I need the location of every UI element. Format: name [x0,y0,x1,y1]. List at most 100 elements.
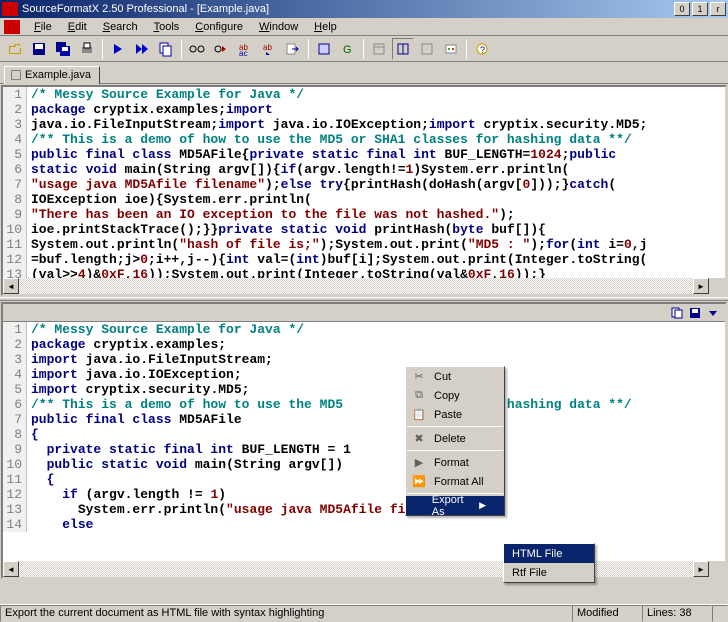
hscrollbar-bottom[interactable]: ◄ ► [3,561,709,577]
ctx-delete[interactable]: ✖Delete [406,429,504,448]
code-line[interactable]: 12 if (argv.length != 1) [3,487,725,502]
code-line[interactable]: 13 System.err.println("usage java MD5Afi… [3,502,725,517]
print-button[interactable] [76,38,98,60]
line-number: 6 [3,397,27,412]
splitter[interactable] [0,297,728,301]
ctx-export-as[interactable]: Export As▶ [406,496,504,515]
code-line[interactable]: 10ioe.printStackTrace();}}private static… [3,222,725,237]
scroll-right-button[interactable]: ► [693,561,709,577]
ctx-format-all[interactable]: ⏩Format All [406,472,504,491]
code-line[interactable]: 8IOException ioe){System.err.println( [3,192,725,207]
view-b-button[interactable] [392,38,414,60]
ctx-cut[interactable]: ✂Cut [406,367,504,386]
code-line[interactable]: 11 { [3,472,725,487]
code-line[interactable]: 3java.io.FileInputStream;import java.io.… [3,117,725,132]
code-line[interactable]: 2package cryptix.examples; [3,337,725,352]
line-number: 11 [3,237,27,252]
ctx-copy[interactable]: ⧉Copy [406,386,504,405]
status-modified: Modified [572,605,642,622]
ctx-format[interactable]: ▶Format [406,453,504,472]
line-number: 9 [3,207,27,222]
code-line[interactable]: 4/** This is a demo of how to use the MD… [3,132,725,147]
copy-icon: ⧉ [410,389,428,402]
line-number: 5 [3,147,27,162]
tab-example-java[interactable]: Example.java [4,66,100,84]
menu-help[interactable]: Help [306,20,345,34]
status-text: Export the current document as HTML file… [0,605,572,622]
pane-dropdown-icon[interactable] [705,306,721,320]
context-menu: ✂Cut⧉Copy📋Paste ✖Delete ▶Format⏩Format All… [405,366,505,516]
line-number: 14 [3,517,27,532]
menu-configure[interactable]: Configure [187,20,251,34]
close-button[interactable]: r [710,2,726,16]
code-line[interactable]: 9"There has been an IO exception to the … [3,207,725,222]
playall-icon: ⏩ [410,475,428,488]
code-line[interactable]: 1/* Messy Source Example for Java */ [3,322,725,337]
open-button[interactable] [4,38,26,60]
save-all-button[interactable] [52,38,74,60]
tool-a-button[interactable] [313,38,335,60]
tool-b-button[interactable]: G [337,38,359,60]
statusbar: Export the current document as HTML file… [0,604,728,622]
copy-button[interactable] [155,38,177,60]
find-in-files-button[interactable]: ab [258,38,280,60]
code-pane-bottom[interactable]: 1/* Messy Source Example for Java */2pac… [1,302,727,579]
code-line[interactable]: 12=buf.length;j>0;i++,j--){int val=(int)… [3,252,725,267]
submenu-rtf-file[interactable]: Rtf File [504,563,594,582]
code-line[interactable]: 6static void main(String argv[]){if(argv… [3,162,725,177]
line-number: 8 [3,192,27,207]
line-number: 13 [3,502,27,517]
code-line[interactable]: 2package cryptix.examples;import [3,102,725,117]
code-line[interactable]: 3import java.io.FileInputStream; [3,352,725,367]
pane-save-button[interactable] [687,306,703,320]
goto-button[interactable] [282,38,304,60]
replace-button[interactable]: abac [234,38,256,60]
window-buttons: 0 1 r [674,2,726,16]
save-button[interactable] [28,38,50,60]
scroll-left-button[interactable]: ◄ [3,278,19,294]
binoculars-icon[interactable] [186,38,208,60]
scroll-left-button[interactable]: ◄ [3,561,19,577]
cut-icon: ✂ [410,370,428,383]
help-button[interactable]: ? [471,38,493,60]
format-button[interactable] [107,38,129,60]
menu-window[interactable]: Window [251,20,306,34]
find-next-button[interactable] [210,38,232,60]
menu-logo-icon [4,20,20,34]
code-line[interactable]: 7public final class MD5AFile [3,412,725,427]
line-number: 12 [3,487,27,502]
view-a-button[interactable] [368,38,390,60]
maximize-button[interactable]: 1 [692,2,708,16]
menu-search[interactable]: Search [95,20,146,34]
code-pane-top[interactable]: 1/* Messy Source Example for Java */2pac… [1,85,727,296]
code-line[interactable]: 11System.out.println("hash of file is;")… [3,237,725,252]
menu-file[interactable]: File [26,20,60,34]
minimize-button[interactable]: 0 [674,2,690,16]
line-number: 9 [3,442,27,457]
menu-edit[interactable]: Edit [60,20,95,34]
options-button[interactable] [440,38,462,60]
code-line[interactable]: 5import cryptix.security.MD5; [3,382,725,397]
pane-copy-button[interactable] [669,306,685,320]
submenu-html-file[interactable]: HTML File [504,544,594,563]
line-number: 4 [3,132,27,147]
line-number: 7 [3,177,27,192]
format-all-button[interactable] [131,38,153,60]
ctx-paste[interactable]: 📋Paste [406,405,504,424]
code-line[interactable]: 9 private static final int BUF_LENGTH = … [3,442,725,457]
code-line[interactable]: 8{ [3,427,725,442]
code-line[interactable]: 7"usage java MD5Afile filename");else tr… [3,177,725,192]
code-line[interactable]: 4import java.io.IOException; [3,367,725,382]
scroll-right-button[interactable]: ► [693,278,709,294]
view-c-button[interactable] [416,38,438,60]
code-line[interactable]: 6/** This is a demo of how to use the MD… [3,397,725,412]
status-grip [712,605,728,622]
line-number: 2 [3,337,27,352]
hscrollbar[interactable]: ◄ ► [3,278,709,294]
status-lines: Lines: 38 [642,605,712,622]
code-line[interactable]: 14 else [3,517,725,532]
code-line[interactable]: 10 public static void main(String argv[]… [3,457,725,472]
menu-tools[interactable]: Tools [146,20,188,34]
code-line[interactable]: 1/* Messy Source Example for Java */ [3,87,725,102]
code-line[interactable]: 5public final class MD5AFile{private sta… [3,147,725,162]
